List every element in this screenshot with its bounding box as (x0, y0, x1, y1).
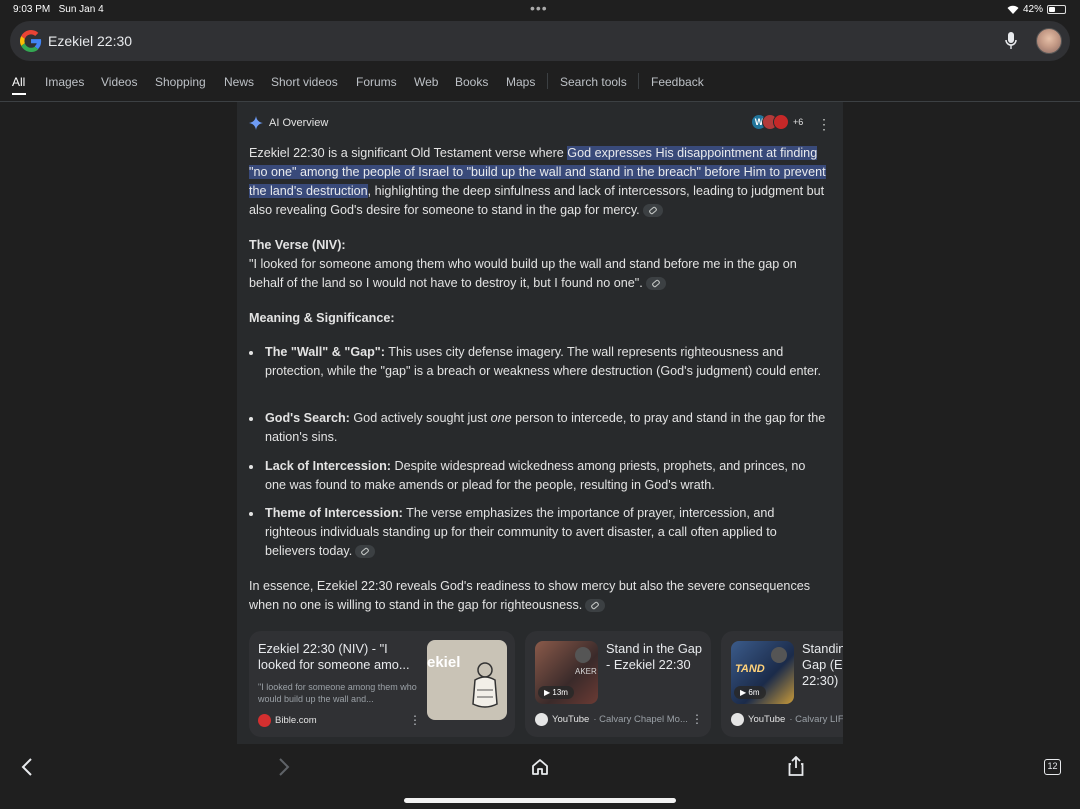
video-duration: ▶ 13m (538, 686, 574, 699)
tab-all[interactable]: All (12, 75, 25, 89)
tab-switcher-button[interactable]: 12 (1044, 759, 1061, 775)
tab-videos[interactable]: Videos (101, 75, 137, 89)
share-icon[interactable] (788, 756, 804, 776)
overview-essence: In essence, Ezekiel 22:30 reveals God's … (249, 579, 811, 613)
active-tab-indicator (12, 93, 26, 95)
video-thumbnail: TAND ▶ 6m (731, 641, 794, 704)
bible-com-icon (258, 714, 271, 727)
source-card-bible[interactable]: Ezekiel 22:30 (NIV) - "I looked for some… (249, 631, 515, 737)
tab-count: 12 (1047, 761, 1058, 771)
card-source: YouTube · Calvary Chapel Mo... (535, 713, 688, 726)
status-time: 9:03 PM Sun Jan 4 (13, 4, 104, 15)
tab-divider (638, 73, 639, 89)
citation-link-icon[interactable] (642, 204, 663, 218)
forward-icon[interactable] (277, 758, 291, 776)
card-title: Stand in the Gap - Ezekiel 22:30 (606, 641, 703, 672)
citation-link-icon[interactable] (355, 545, 376, 559)
tab-short-videos[interactable]: Short videos (271, 75, 338, 89)
video-card-stand-in-the-gap[interactable]: AKER ▶ 13m Stand in the Gap - Ezekiel 22… (525, 631, 711, 737)
search-tabs: All Images Videos Shopping News Short vi… (0, 70, 1080, 102)
tab-books[interactable]: Books (455, 75, 488, 89)
google-logo-icon (20, 30, 42, 52)
card-source: YouTube· Calvary LIFE (731, 713, 843, 726)
microphone-icon[interactable] (1004, 31, 1018, 51)
search-input[interactable]: Ezekiel 22:30 (48, 33, 132, 49)
card-title: Standin Gap (E: 22:30) (802, 641, 843, 688)
card-title: Ezekiel 22:30 (NIV) - "I looked for some… (258, 641, 410, 672)
youtube-channel-avatar-icon (731, 713, 744, 726)
verse-heading: The Verse (NIV): (249, 238, 346, 252)
ai-overview-panel: AI Overview W +6 ⋮ Ezekiel 22:30 is a si… (237, 102, 843, 744)
meaning-heading: Meaning & Significance: (249, 311, 395, 325)
more-options-icon[interactable]: ⋮ (817, 116, 831, 132)
source-favicon-icon (773, 114, 789, 130)
sources-button[interactable]: W +6 (751, 114, 803, 130)
tab-shopping[interactable]: Shopping (155, 75, 206, 89)
ai-overview-label: AI Overview (269, 117, 329, 129)
video-thumbnail: AKER ▶ 13m (535, 641, 598, 704)
multitask-dots-icon[interactable]: ••• (530, 0, 548, 16)
citation-link-icon[interactable] (645, 277, 666, 291)
ai-overview-header: AI Overview (249, 116, 328, 130)
video-duration: ▶ 6m (734, 686, 766, 699)
battery-percent: 42% (1022, 4, 1043, 15)
tab-divider (547, 73, 548, 89)
source-count: +6 (793, 117, 804, 127)
tab-maps[interactable]: Maps (506, 75, 535, 89)
back-icon[interactable] (20, 758, 34, 776)
card-more-icon[interactable]: ⋮ (691, 712, 703, 726)
list-item: The "Wall" & "Gap": This uses city defen… (249, 343, 829, 381)
home-indicator (404, 798, 676, 803)
search-bar[interactable]: Ezekiel 22:30 (10, 21, 1070, 61)
list-item: Theme of Intercession: The verse emphasi… (249, 504, 829, 561)
citation-link-icon[interactable] (585, 599, 606, 613)
tab-search-tools[interactable]: Search tools (560, 75, 627, 89)
battery-icon (1047, 5, 1066, 14)
home-icon[interactable] (531, 758, 549, 776)
tab-news[interactable]: News (224, 75, 254, 89)
tab-feedback[interactable]: Feedback (651, 75, 704, 89)
list-item: Lack of Intercession: Despite widespread… (249, 457, 829, 495)
youtube-channel-avatar-icon (535, 713, 548, 726)
list-item: God's Search: God actively sought just o… (249, 409, 829, 447)
tab-forums[interactable]: Forums (356, 75, 397, 89)
card-snippet: "I looked for someone among them who wou… (258, 682, 417, 704)
illustration-figure-icon (472, 662, 498, 708)
video-card-standing-in-the-gap[interactable]: TAND ▶ 6m Standin Gap (E: 22:30) YouTube… (721, 631, 843, 737)
card-thumbnail: ekiel (427, 640, 507, 720)
card-source: Bible.com (258, 714, 317, 727)
account-avatar[interactable] (1036, 28, 1062, 54)
tab-images[interactable]: Images (45, 75, 84, 89)
wifi-icon (1007, 5, 1019, 14)
tab-web[interactable]: Web (414, 75, 438, 89)
overview-intro: Ezekiel 22:30 is a significant Old Testa… (249, 146, 826, 218)
verse-text: "I looked for someone among them who wou… (249, 257, 797, 291)
status-bar: 9:03 PM Sun Jan 4 ••• 42% (0, 0, 1080, 20)
card-more-icon[interactable]: ⋮ (409, 713, 421, 727)
gemini-sparkle-icon (249, 116, 263, 130)
